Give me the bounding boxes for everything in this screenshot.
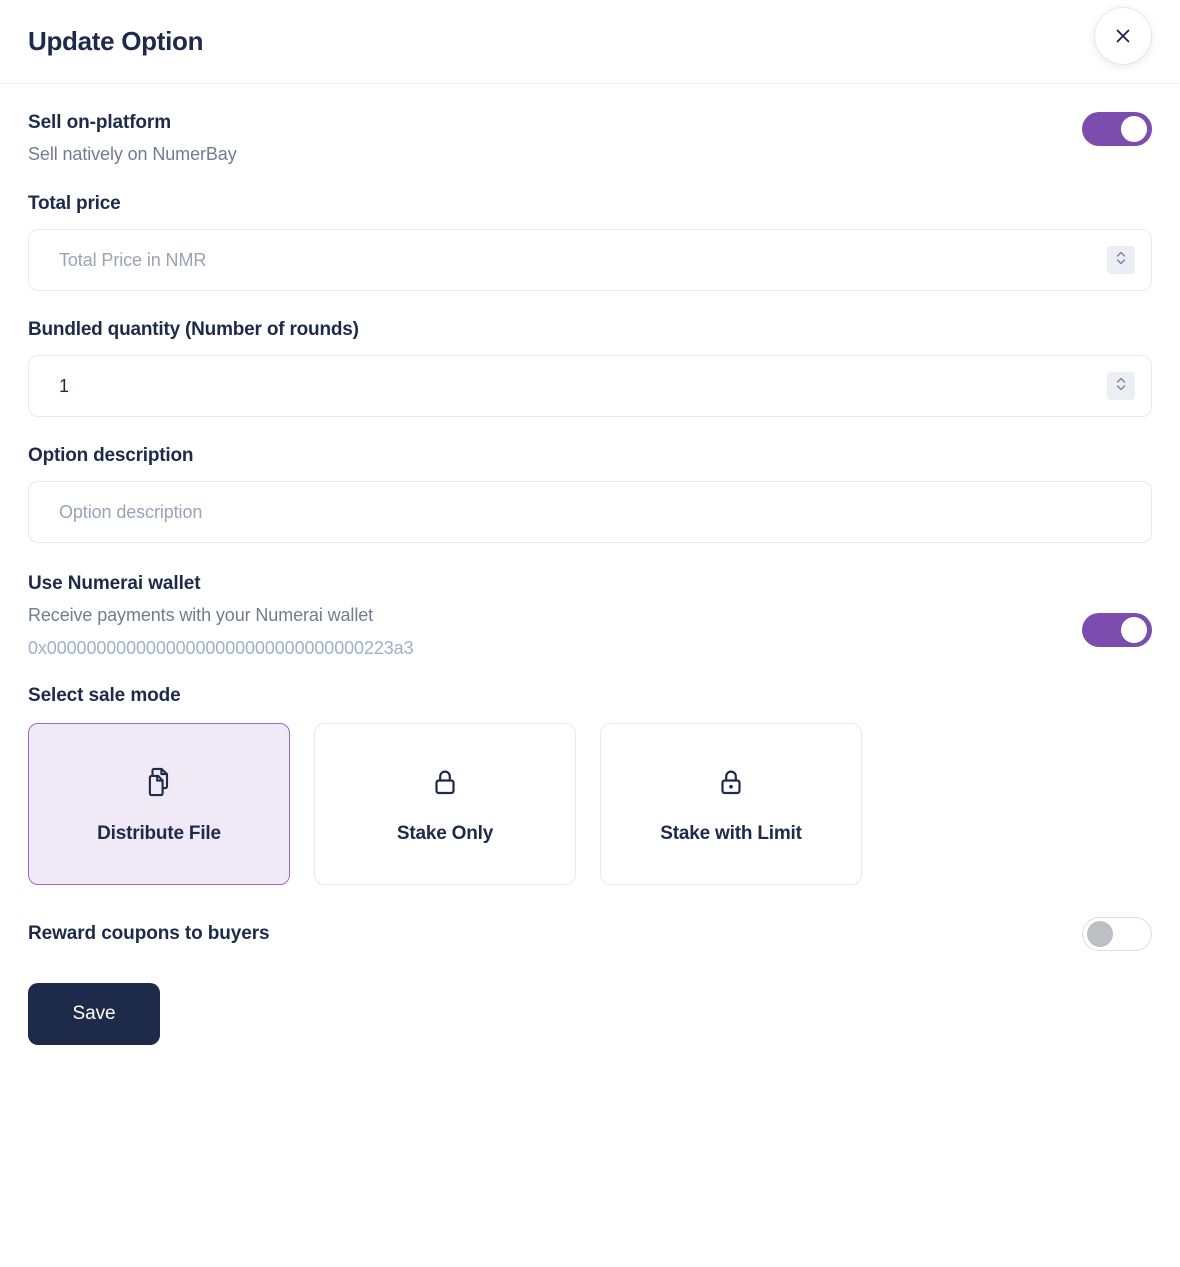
sell-on-platform-text: Sell on-platform Sell natively on NumerB… xyxy=(28,112,1062,165)
update-option-modal: Update Option Sell on-platform Sell nati… xyxy=(0,0,1180,1267)
sale-mode-label: Select sale mode xyxy=(28,685,181,706)
sale-mode-card-distribute-file[interactable]: Distribute File xyxy=(28,723,290,885)
toggle-knob xyxy=(1087,920,1113,947)
option-description-field-group: Option description xyxy=(28,445,1152,543)
sale-mode-card-label: Stake with Limit xyxy=(660,822,802,844)
close-icon xyxy=(1113,26,1133,46)
bundled-quantity-input-wrap xyxy=(28,355,1152,417)
sale-mode-cards: Distribute File Stake Only Stake with Li… xyxy=(28,723,1152,885)
option-description-input-wrap xyxy=(28,481,1152,543)
numerai-wallet-row: Use Numerai wallet Receive payments with… xyxy=(28,573,1152,659)
numerai-wallet-toggle[interactable] xyxy=(1082,613,1152,647)
sell-on-platform-row: Sell on-platform Sell natively on NumerB… xyxy=(28,112,1152,165)
stepper-updown-icon xyxy=(1115,249,1127,272)
reward-coupons-toggle[interactable] xyxy=(1082,917,1152,951)
stepper-updown-icon xyxy=(1115,375,1127,398)
sell-on-platform-description: Sell natively on NumerBay xyxy=(28,144,237,164)
toggle-knob xyxy=(1121,617,1147,643)
lock-keyhole-icon xyxy=(713,764,749,805)
sale-mode-card-label: Stake Only xyxy=(396,822,494,844)
reward-coupons-row: Reward coupons to buyers xyxy=(28,917,1152,951)
total-price-input-wrap xyxy=(28,229,1152,291)
toggle-knob xyxy=(1121,116,1147,142)
bundled-quantity-field-group: Bundled quantity (Number of rounds) xyxy=(28,319,1152,417)
option-description-label: Option description xyxy=(28,445,194,466)
total-price-field-group: Total price xyxy=(28,193,1152,291)
documents-copy-icon xyxy=(141,764,177,805)
sale-mode-card-label: Distribute File xyxy=(97,822,221,844)
numerai-wallet-address: 0x00000000000000000000000000000000223a3 xyxy=(28,638,414,658)
lock-icon xyxy=(427,764,463,805)
reward-coupons-label: Reward coupons to buyers xyxy=(28,923,270,944)
save-button[interactable]: Save xyxy=(28,983,160,1045)
modal-body: Sell on-platform Sell natively on NumerB… xyxy=(0,84,1180,1073)
sale-mode-card-stake-with-limit[interactable]: Stake with Limit xyxy=(600,723,862,885)
numerai-wallet-text: Use Numerai wallet Receive payments with… xyxy=(28,573,1062,659)
sale-mode-card-stake-only[interactable]: Stake Only xyxy=(314,723,576,885)
modal-header: Update Option xyxy=(0,0,1180,84)
total-price-label: Total price xyxy=(28,193,121,214)
numerai-wallet-description: Receive payments with your Numerai walle… xyxy=(28,605,374,625)
total-price-stepper[interactable] xyxy=(1107,246,1135,274)
close-button[interactable] xyxy=(1095,8,1151,64)
sell-on-platform-label: Sell on-platform xyxy=(28,112,172,133)
option-description-input[interactable] xyxy=(28,481,1152,543)
bundled-quantity-label: Bundled quantity (Number of rounds) xyxy=(28,319,359,340)
bundled-quantity-stepper[interactable] xyxy=(1107,372,1135,400)
sale-mode-group: Select sale mode Distribute File Stake O… xyxy=(28,685,1152,885)
total-price-input[interactable] xyxy=(28,229,1152,291)
page-title: Update Option xyxy=(28,26,204,56)
bundled-quantity-input[interactable] xyxy=(28,355,1152,417)
sell-on-platform-toggle[interactable] xyxy=(1082,112,1152,146)
numerai-wallet-label: Use Numerai wallet xyxy=(28,573,201,594)
